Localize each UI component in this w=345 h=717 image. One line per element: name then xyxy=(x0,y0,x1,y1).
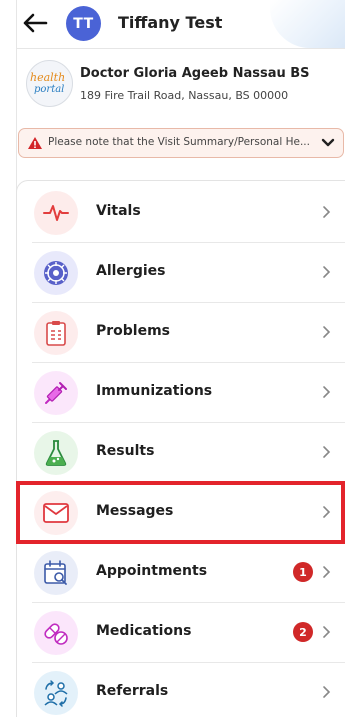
menu-item-messages[interactable]: Messages xyxy=(16,483,345,543)
avatar[interactable]: TT xyxy=(66,6,101,41)
chevron-right-icon xyxy=(323,206,331,218)
chevron-right-icon xyxy=(323,626,331,638)
menu-item-label: Vitals xyxy=(96,203,141,219)
menu-item-appointments[interactable]: Appointments 1 xyxy=(16,543,345,603)
pills-icon xyxy=(34,611,78,655)
chevron-right-icon xyxy=(323,386,331,398)
calendar-search-icon xyxy=(34,551,78,595)
chevron-right-icon xyxy=(323,566,331,578)
menu-item-medications[interactable]: Medications 2 xyxy=(16,603,345,663)
notice-banner[interactable]: Please note that the Visit Summary/Perso… xyxy=(18,128,344,158)
chevron-right-icon xyxy=(323,686,331,698)
menu-item-results[interactable]: Results xyxy=(16,423,345,483)
notice-text: Please note that the Visit Summary/Perso… xyxy=(48,136,310,148)
menu-item-referrals[interactable]: Referrals xyxy=(16,663,345,717)
notification-badge: 1 xyxy=(293,562,313,582)
clipboard-icon xyxy=(34,311,78,355)
referral-icon xyxy=(34,671,78,715)
chevron-right-icon xyxy=(323,326,331,338)
provider-logo: health portal xyxy=(26,60,73,107)
chevron-right-icon xyxy=(323,266,331,278)
menu-item-problems[interactable]: Problems xyxy=(16,303,345,363)
syringe-icon xyxy=(34,371,78,415)
provider-card[interactable]: health portal Doctor Gloria Ageeb Nassau… xyxy=(16,56,345,108)
logo-text-top: health xyxy=(30,71,66,84)
allergen-icon xyxy=(34,251,78,295)
arrow-left-icon xyxy=(23,13,48,33)
heartbeat-icon xyxy=(34,191,78,235)
menu-item-allergies[interactable]: Allergies xyxy=(16,243,345,303)
provider-name: Doctor Gloria Ageeb Nassau BS xyxy=(80,66,310,81)
provider-address: 189 Fire Trail Road, Nassau, BS 00000 xyxy=(80,89,289,102)
header-divider xyxy=(16,48,345,49)
chevron-right-icon xyxy=(323,446,331,458)
menu-item-label: Medications xyxy=(96,623,192,639)
notification-badge: 2 xyxy=(293,622,313,642)
warning-icon xyxy=(28,137,42,149)
flask-icon xyxy=(34,431,78,475)
logo-text-bottom: portal xyxy=(34,84,65,95)
app-header: TT Tiffany Test xyxy=(0,0,345,48)
menu-item-label: Allergies xyxy=(96,263,166,279)
menu-item-label: Referrals xyxy=(96,683,169,699)
chevron-right-icon xyxy=(323,506,331,518)
menu-item-label: Results xyxy=(96,443,155,459)
menu-item-label: Messages xyxy=(96,503,174,519)
menu-item-vitals[interactable]: Vitals xyxy=(16,183,345,243)
header-decoration xyxy=(270,0,345,48)
menu-item-label: Problems xyxy=(96,323,171,339)
user-name: Tiffany Test xyxy=(118,13,223,32)
chevron-down-icon[interactable] xyxy=(321,137,335,149)
back-button[interactable] xyxy=(20,10,50,36)
menu-item-immunizations[interactable]: Immunizations xyxy=(16,363,345,423)
menu-item-label: Appointments xyxy=(96,563,208,579)
envelope-icon xyxy=(34,491,78,535)
menu-item-label: Immunizations xyxy=(96,383,213,399)
